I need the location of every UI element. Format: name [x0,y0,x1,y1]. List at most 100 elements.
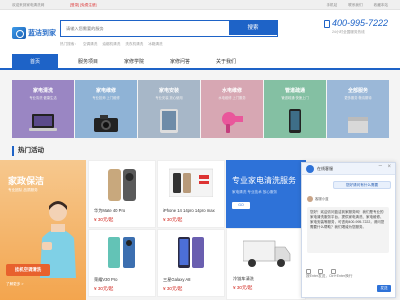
hairdryer-icon [222,112,243,133]
agent-message: 您好！欢迎访问蓝洁到家服务网！我们是专业的家电清洗服务平台，提供家电清洗、家电维… [307,207,389,253]
promo-more-link[interactable]: 了解更多 > [6,282,23,287]
product-image [108,169,136,201]
header: 蓝洁到家 搜索 热门搜索： 空调清洗 油烟机清洗 洗衣机清洗 冰箱清洗 400-… [0,10,400,54]
product-image [178,237,204,268]
minimize-icon[interactable]: – [379,163,382,169]
promo-title: 家政保洁 [8,176,45,186]
banner-sub: 家电清洗 专业技术 放心服务 [232,190,278,194]
phone-icon [289,109,301,133]
hotline-number: 400-995-7222 [331,18,388,28]
agent-avatar [307,196,313,203]
nav-item-academy[interactable]: 家修学院 [114,54,154,70]
category-title: 家电维修 [95,88,116,94]
product-card[interactable]: iPhone 14 14pro 14pro max ¥ 30元/起 [157,160,225,228]
chat-header: 在线客服 – × [302,163,395,175]
hot-link[interactable]: 油烟机清洗 [102,42,120,46]
category-card[interactable]: 全部服务 更多服务 敬请期待 [327,80,389,138]
hot-search-links: 热门搜索： 空调清洗 油烟机清洗 洗衣机清洗 冰箱清洗 [60,42,167,47]
search-input[interactable] [61,21,227,35]
hotline: 400-995-7222 24小时全国服务热线 [323,18,388,35]
promo-sub: 专业团队 品质服务 [8,188,38,192]
promo-card[interactable]: 家政保洁 专业团队 品质服务 挂机空调清洗 了解更多 > [0,160,86,300]
category-title: 全部服务 [347,88,368,94]
chat-avatar [306,165,314,173]
category-sub: 专业清洗 健康生活 [29,96,57,100]
chat-widget: 在线客服 – × 您好请问有什么需要 客服小蓝 您好！欢迎访问蓝洁到家服务网！我… [301,162,396,298]
phone-icon [323,20,330,28]
favorite-link[interactable]: 收藏本站 [374,3,388,7]
product-image [169,168,213,197]
top-bar: 欢迎来到家电清洗网 [登录] [免费注册] 手机站 联系我们 收藏本站 [0,0,400,10]
login-link[interactable]: [登录] [免费注册] [70,0,97,10]
nav-item-qa[interactable]: 家修问答 [160,54,200,70]
hotline-sub: 24小时全国服务热线 [331,30,365,34]
category-card[interactable]: 水电维修 水电维修 上门服务 [201,80,263,138]
product-image [108,237,135,268]
cleaning-banner[interactable]: 专业家电清洗服务 家电清洗 专业技术 放心服务 GO [226,160,306,228]
promo-tag[interactable]: 挂机空调清洗 [6,264,50,276]
chat-title: 在线客服 [317,166,333,171]
product-name: 冷链车清洗 [233,276,254,281]
banner-title: 专业家电清洗服务 [232,176,296,185]
product-card[interactable]: 华为Mate 40 Pro ¥ 30元/起 [88,160,156,228]
camera-icon [94,115,118,132]
nav-item-about[interactable]: 关于我们 [206,54,246,70]
category-title: 家电安装 [158,88,179,94]
logo-text: 蓝洁到家 [28,30,56,37]
product-card[interactable]: 三星Galaxy A8 ¥ 30元/起 [157,229,225,297]
category-sub: 管道疏通 快速上门 [281,96,309,100]
tablet-icon [160,109,178,133]
category-sub: 专业技师 上门维修 [92,96,120,100]
mobile-site-link[interactable]: 手机站 [326,3,337,7]
category-strip: 家电清洗 专业清洗 健康生活 家电维修 专业技师 上门维修 家电安装 专业安装 … [12,80,389,138]
main-nav: 首页 服务项目 家修学院 家修问答 关于我们 [0,54,400,70]
category-sub: 水电维修 上门服务 [218,96,246,100]
nav-item-home[interactable]: 首页 [12,54,58,70]
product-name: 华为Mate 40 Pro [94,208,126,213]
top-links: 手机站 联系我们 收藏本站 [316,0,388,10]
product-name: 三星Galaxy A8 [163,277,191,282]
category-card[interactable]: 家电清洗 专业清洗 健康生活 [12,80,74,138]
product-price: ¥ 30元/起 [94,217,114,222]
send-button[interactable]: 发送 [377,285,391,292]
category-sub: 更多服务 敬请期待 [344,96,372,100]
category-card[interactable]: 家电维修 专业技师 上门维修 [75,80,137,138]
truck-image [243,240,291,267]
hot-link[interactable]: 空调清洗 [83,42,97,46]
category-title: 水电维修 [221,88,242,94]
contact-link[interactable]: 联系我们 [348,3,362,7]
chat-input[interactable] [306,271,392,281]
product-card[interactable]: 冷链车清洗 ¥ 30元/起 [226,228,306,300]
product-price: ¥ 30元/起 [94,286,114,291]
logo[interactable]: 蓝洁到家 [12,25,58,41]
laptop-icon [29,114,57,131]
product-price: ¥ 30元/起 [163,217,183,222]
hot-link[interactable]: 洗衣机清洗 [125,42,143,46]
hot-link[interactable]: 冰箱清洗 [148,42,162,46]
logo-icon [12,27,26,39]
nav-item-services[interactable]: 服务项目 [68,54,108,70]
chat-toolbar [306,261,392,274]
product-name: iPhone 14 14pro 14pro max [163,208,215,213]
product-name: 荣耀V30 Pro [94,277,118,282]
page: 欢迎来到家电清洗网 [登录] [免费注册] 手机站 联系我们 收藏本站 蓝洁到家… [0,0,400,300]
welcome-text: 欢迎来到家电清洗网 [12,3,45,7]
category-sub: 专业安装 放心使用 [155,96,183,100]
close-icon[interactable]: × [387,164,391,170]
search-box: 搜索 [60,20,278,37]
category-card[interactable]: 家电安装 专业安装 放心使用 [138,80,200,138]
product-price: ¥ 30元/起 [163,286,183,291]
box-icon [348,117,368,133]
banner-go-button[interactable]: GO [232,202,250,209]
hot-search-label: 热门搜索： [60,42,78,46]
category-card[interactable]: 管道疏通 管道疏通 快速上门 [264,80,326,138]
category-title: 管道疏通 [284,88,305,94]
product-price: ¥ 30元/起 [233,285,253,290]
user-message: 您好请问有什么需要 [333,181,391,189]
agent-name: 客服小蓝 [315,197,329,201]
product-card[interactable]: 荣耀V30 Pro ¥ 30元/起 [88,229,156,297]
category-title: 家电清洗 [32,88,53,94]
section-title: 热门活动 [12,146,132,156]
agent-label: 客服小蓝 [307,196,329,203]
search-button[interactable]: 搜索 [229,21,277,35]
